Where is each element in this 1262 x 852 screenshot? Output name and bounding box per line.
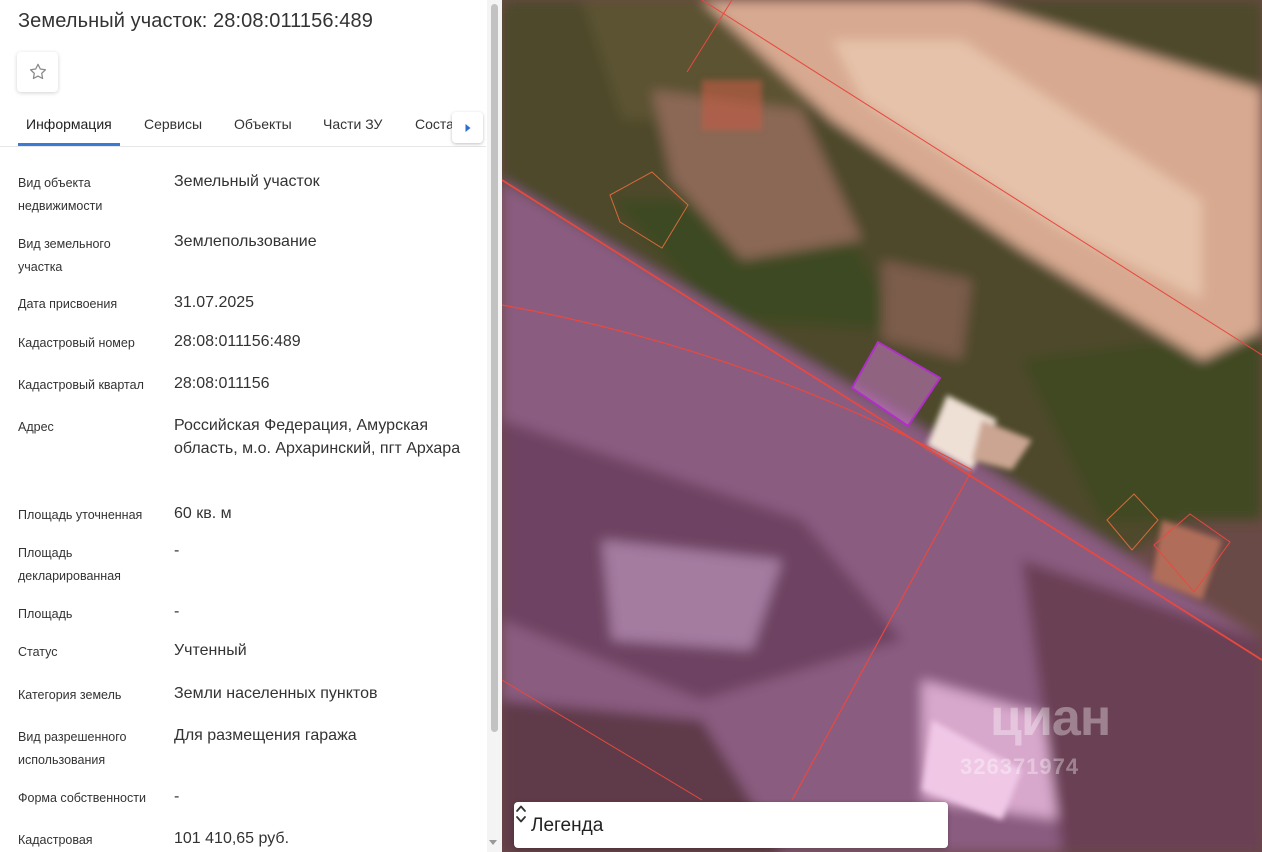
- row-label-land-category: Категория земель: [18, 688, 122, 702]
- row-value-refined-area: 60 кв. м: [174, 505, 232, 522]
- row-value-object-type: Земельный участок: [174, 173, 320, 190]
- tabs-scroll-right-button[interactable]: [452, 112, 483, 143]
- row-label-declared-area: Площадь декларированная: [18, 546, 121, 583]
- row-label-permitted-use: Вид разрешенного использования: [18, 730, 127, 767]
- page-title: Земельный участок: 28:08:011156:489: [18, 10, 373, 32]
- row-value-address: Российская Федерация, Амурская область, …: [174, 417, 461, 457]
- row-value-permitted-use: Для размещения гаража: [174, 727, 357, 744]
- row-label-area: Площадь: [18, 607, 73, 621]
- row-value-declared-area: -: [174, 542, 180, 559]
- tab-services[interactable]: Сервисы: [144, 116, 202, 132]
- star-outline-icon: [29, 63, 46, 80]
- row-value-area: -: [174, 603, 180, 620]
- cian-watermark: циан 326371974: [950, 688, 1250, 788]
- panel-scrollbar-thumb[interactable]: [491, 4, 498, 732]
- info-panel: Земельный участок: 28:08:011156:489 Инфо…: [0, 0, 502, 852]
- row-label-cadastral-quarter: Кадастровый квартал: [18, 378, 144, 392]
- row-value-land-type: Землепользование: [174, 233, 317, 250]
- row-label-refined-area: Площадь уточненная: [18, 508, 143, 522]
- chevron-up-down-icon: [516, 805, 526, 823]
- row-value-status: Учтенный: [174, 642, 247, 659]
- chevron-right-icon: [465, 123, 470, 132]
- row-value-cadastral-quarter: 28:08:011156: [174, 375, 270, 392]
- row-value-cadastral-value: 101 410,65 руб.: [174, 830, 290, 847]
- active-tab-indicator: [18, 143, 120, 146]
- legend-label: Легенда: [531, 815, 604, 836]
- row-value-ownership-form: -: [174, 788, 180, 805]
- row-value-cadastral-number: 28:08:011156:489: [174, 333, 301, 350]
- row-value-assignment-date: 31.07.2025: [174, 294, 255, 311]
- row-label-address: Адрес: [18, 420, 54, 434]
- tab-information[interactable]: Информация: [26, 116, 112, 132]
- row-label-cadastral-value: Кадастровая: [18, 833, 93, 847]
- row-value-land-category: Земли населенных пунктов: [174, 685, 378, 702]
- scroll-down-arrow-icon[interactable]: [489, 840, 497, 845]
- tab-parcel-parts[interactable]: Части ЗУ: [323, 116, 382, 132]
- row-label-assignment-date: Дата присвоения: [18, 297, 118, 311]
- watermark-logo: циан: [990, 689, 1111, 747]
- legend-dropdown[interactable]: Легенда: [514, 802, 948, 848]
- row-label-object-type: Вид объекта недвижимости: [18, 176, 103, 213]
- row-label-ownership-form: Форма собственности: [18, 791, 146, 805]
- row-label-land-type: Вид земельного участка: [18, 237, 111, 274]
- watermark-number: 326371974: [960, 754, 1080, 779]
- tab-objects[interactable]: Объекты: [234, 116, 292, 132]
- row-label-status: Статус: [18, 645, 58, 659]
- row-label-cadastral-number: Кадастровый номер: [18, 336, 135, 350]
- favorite-button[interactable]: [17, 52, 58, 92]
- satellite-map[interactable]: циан 326371974 Легенда: [502, 0, 1262, 852]
- tab-bar: Информация Сервисы Объекты Части ЗУ Сост…: [0, 100, 486, 147]
